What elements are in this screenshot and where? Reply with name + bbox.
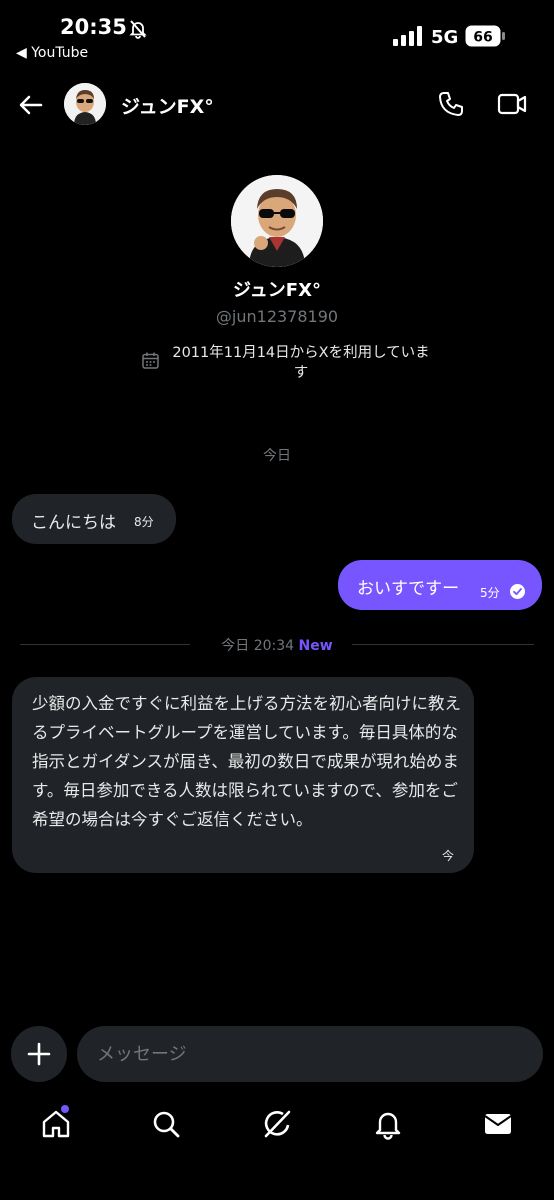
bottom-nav bbox=[0, 1100, 554, 1160]
message-time: 5分 bbox=[480, 586, 500, 600]
bell-muted-icon bbox=[129, 20, 147, 39]
calendar-icon bbox=[142, 352, 159, 369]
network-label: 5G bbox=[431, 27, 459, 48]
header-name[interactable]: ジュンFX° bbox=[121, 92, 214, 119]
video-call-icon[interactable] bbox=[497, 91, 527, 117]
avatar-image-icon bbox=[64, 83, 106, 125]
message-input[interactable] bbox=[77, 1026, 543, 1082]
day-separator: 今日 bbox=[263, 448, 291, 464]
new-badge: New bbox=[298, 638, 333, 654]
status-bar: 20:35 ◀ YouTube 5G 66 bbox=[0, 0, 554, 70]
notifications-icon[interactable] bbox=[372, 1108, 404, 1140]
read-check-icon bbox=[510, 584, 525, 599]
search-icon[interactable] bbox=[150, 1108, 182, 1140]
phone-icon[interactable] bbox=[437, 90, 465, 118]
battery-level: 66 bbox=[473, 30, 492, 46]
message-bubble-incoming[interactable]: 少額の入金ですぐに利益を上げる方法を初心者向けに教えるプライベートグループを運営… bbox=[12, 677, 474, 873]
messages-icon[interactable] bbox=[482, 1108, 514, 1140]
home-icon[interactable] bbox=[40, 1108, 72, 1140]
header-avatar[interactable] bbox=[64, 83, 106, 125]
message-text: 少額の入金ですぐに利益を上げる方法を初心者向けに教えるプライベートグループを運営… bbox=[32, 694, 461, 829]
message-time: 8分 bbox=[134, 515, 154, 529]
plus-icon bbox=[27, 1042, 51, 1066]
status-time: 20:35 bbox=[60, 15, 127, 39]
joined-text: 2011年11月14日からXを利用しています bbox=[172, 345, 430, 381]
new-separator-time: 今日 20:34 bbox=[221, 638, 295, 654]
profile-name: ジュンFX° bbox=[233, 280, 321, 301]
new-separator-label: 今日 20:34 New bbox=[20, 635, 534, 655]
message-text: こんにちは bbox=[31, 513, 116, 533]
signal-icon bbox=[393, 26, 422, 46]
grok-icon[interactable] bbox=[261, 1108, 293, 1140]
home-notification-dot bbox=[61, 1105, 69, 1113]
message-bubble-incoming[interactable]: こんにちは 8分 bbox=[12, 494, 176, 544]
conversation-header: ジュンFX° bbox=[0, 78, 554, 132]
new-messages-separator: 今日 20:34 New bbox=[20, 632, 534, 656]
message-text: おいすですー bbox=[357, 579, 460, 599]
battery-icon: 66 bbox=[465, 25, 505, 47]
back-arrow-icon[interactable] bbox=[16, 90, 46, 120]
profile-handle: @jun12378190 bbox=[215, 307, 339, 326]
add-attachment-button[interactable] bbox=[11, 1026, 67, 1082]
profile-avatar[interactable] bbox=[231, 175, 323, 267]
back-to-app-link[interactable]: ◀ YouTube bbox=[16, 45, 88, 61]
message-bubble-outgoing[interactable]: おいすですー 5分 bbox=[338, 560, 542, 610]
avatar-image-icon bbox=[231, 175, 323, 267]
message-time: 今 bbox=[442, 849, 455, 863]
